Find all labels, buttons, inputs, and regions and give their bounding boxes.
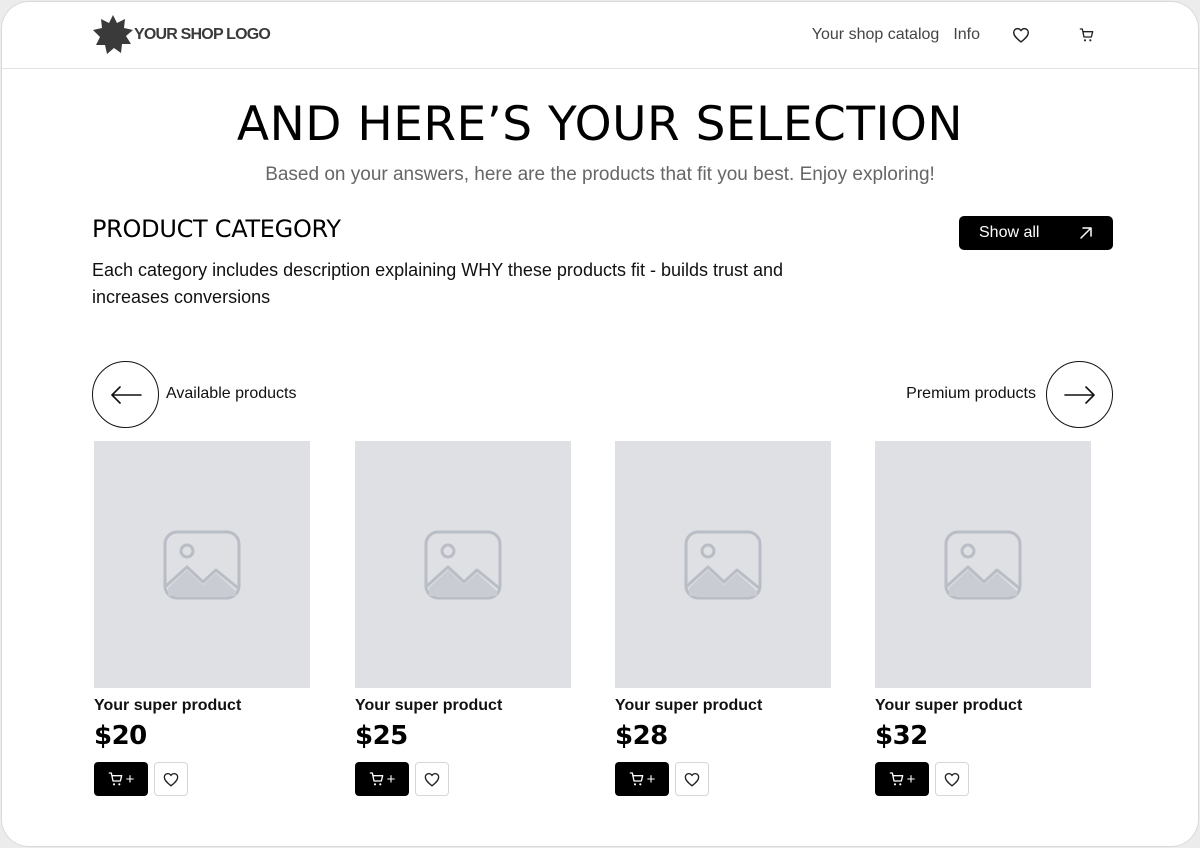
add-to-cart-button[interactable]: + xyxy=(875,762,929,796)
add-to-cart-button[interactable]: + xyxy=(94,762,148,796)
plus-icon: + xyxy=(646,770,656,788)
arrow-left-icon xyxy=(110,385,142,404)
available-products-link[interactable]: Available products xyxy=(166,385,296,403)
product-card[interactable]: Your super product $25 + xyxy=(355,441,571,796)
product-actions: + xyxy=(615,762,831,796)
app-frame: YOUR SHOP LOGO Your shop catalog Info AN… xyxy=(1,1,1199,847)
image-placeholder-icon xyxy=(424,530,502,599)
product-image-placeholder[interactable] xyxy=(94,441,310,688)
add-to-wishlist-button[interactable] xyxy=(415,762,449,796)
add-to-wishlist-button[interactable] xyxy=(154,762,188,796)
category-title: PRODUCT CATEGORY xyxy=(92,215,341,243)
product-image-placeholder[interactable] xyxy=(615,441,831,688)
product-name[interactable]: Your super product xyxy=(355,697,571,715)
image-placeholder-icon xyxy=(163,530,241,599)
product-actions: + xyxy=(94,762,310,796)
product-name[interactable]: Your super product xyxy=(875,697,1091,715)
product-image-placeholder[interactable] xyxy=(875,441,1091,688)
add-to-wishlist-button[interactable] xyxy=(675,762,709,796)
plus-icon: + xyxy=(125,770,135,788)
product-price: $28 xyxy=(615,721,668,751)
arrow-up-right-icon xyxy=(1080,227,1092,239)
plus-icon: + xyxy=(906,770,916,788)
cart-icon xyxy=(108,772,122,786)
product-price: $32 xyxy=(875,721,928,751)
star-logo-icon xyxy=(93,15,133,54)
heart-icon xyxy=(424,772,440,786)
cart-icon[interactable] xyxy=(1076,24,1098,46)
shop-logo[interactable]: YOUR SHOP LOGO xyxy=(92,14,271,56)
site-header: YOUR SHOP LOGO Your shop catalog Info xyxy=(2,2,1198,69)
premium-products-link[interactable]: Premium products xyxy=(906,385,1036,403)
image-placeholder-icon xyxy=(944,530,1022,599)
product-actions: + xyxy=(875,762,1091,796)
cart-icon xyxy=(889,772,903,786)
arrow-right-icon xyxy=(1063,385,1095,404)
logo-text: YOUR SHOP LOGO xyxy=(134,26,271,43)
product-name[interactable]: Your super product xyxy=(94,697,310,715)
product-image-placeholder[interactable] xyxy=(355,441,571,688)
cart-icon xyxy=(369,772,383,786)
nav-link-info[interactable]: Info xyxy=(953,26,980,44)
plus-icon: + xyxy=(386,770,396,788)
page-subtitle: Based on your answers, here are the prod… xyxy=(265,164,935,185)
top-nav: Your shop catalog Info xyxy=(812,22,1098,48)
heart-icon[interactable] xyxy=(1010,24,1032,46)
product-card[interactable]: Your super product $32 + xyxy=(875,441,1091,796)
product-name[interactable]: Your super product xyxy=(615,697,831,715)
product-price: $20 xyxy=(94,721,147,751)
product-card[interactable]: Your super product $28 + xyxy=(615,441,831,796)
show-all-label: Show all xyxy=(979,224,1040,241)
product-price: $25 xyxy=(355,721,408,751)
show-all-button[interactable]: Show all xyxy=(959,216,1113,250)
cart-icon xyxy=(629,772,643,786)
image-placeholder-icon xyxy=(684,530,762,599)
heart-icon xyxy=(163,772,179,786)
product-actions: + xyxy=(355,762,571,796)
add-to-wishlist-button[interactable] xyxy=(935,762,969,796)
page-title: AND HERE’S YOUR SELECTION xyxy=(236,97,964,152)
add-to-cart-button[interactable]: + xyxy=(355,762,409,796)
product-card[interactable]: Your super product $20 + xyxy=(94,441,310,796)
heart-icon xyxy=(944,772,960,786)
carousel-next-button[interactable] xyxy=(1046,361,1113,428)
carousel-prev-button[interactable] xyxy=(92,361,159,428)
nav-link-catalog[interactable]: Your shop catalog xyxy=(812,26,940,44)
heart-icon xyxy=(684,772,700,786)
add-to-cart-button[interactable]: + xyxy=(615,762,669,796)
category-description: Each category includes description expla… xyxy=(92,260,784,307)
